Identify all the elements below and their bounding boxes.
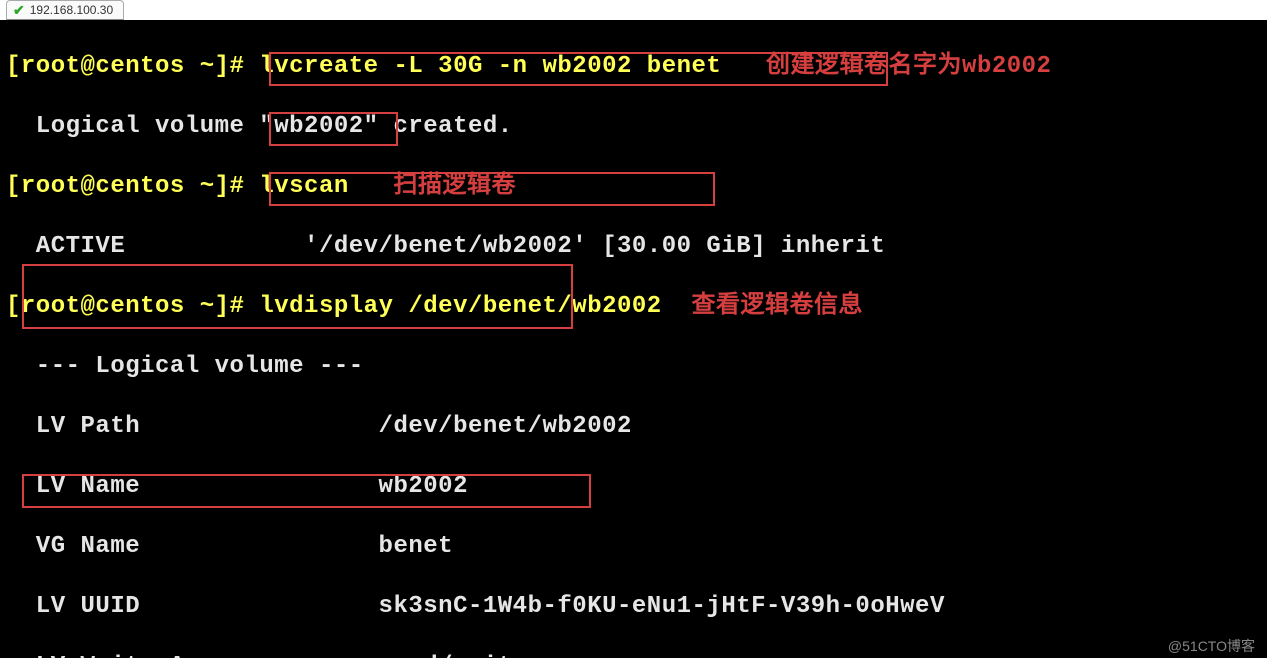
lv-name: LV Name wb2002 — [6, 472, 1267, 502]
app-window: ✔ 192.168.100.30 [root@centos ~]# lvcrea… — [0, 0, 1267, 662]
lv-uuid: LV UUID sk3snC-1W4b-f0KU-eNu1-jHtF-V39h-… — [6, 592, 1267, 622]
session-host: 192.168.100.30 — [30, 3, 113, 17]
session-tab[interactable]: ✔ 192.168.100.30 — [6, 0, 124, 20]
cmd-line-lvscan: [root@centos ~]# lvscan 扫描逻辑卷 — [6, 172, 1267, 202]
lv-write: LV Write Access read/write — [6, 652, 1267, 658]
output-created: Logical volume "wb2002" created. — [6, 112, 1267, 142]
output-lvscan: ACTIVE '/dev/benet/wb2002' [30.00 GiB] i… — [6, 232, 1267, 262]
terminal[interactable]: [root@centos ~]# lvcreate -L 30G -n wb20… — [0, 20, 1267, 658]
cmd-line-lvdisplay: [root@centos ~]# lvdisplay /dev/benet/wb… — [6, 292, 1267, 322]
output-header: --- Logical volume --- — [6, 352, 1267, 382]
lv-path: LV Path /dev/benet/wb2002 — [6, 412, 1267, 442]
watermark: @51CTO博客 — [1168, 636, 1255, 656]
cmd-line-lvcreate: [root@centos ~]# lvcreate -L 30G -n wb20… — [6, 52, 1267, 82]
vg-name: VG Name benet — [6, 532, 1267, 562]
connected-icon: ✔ — [13, 3, 25, 17]
